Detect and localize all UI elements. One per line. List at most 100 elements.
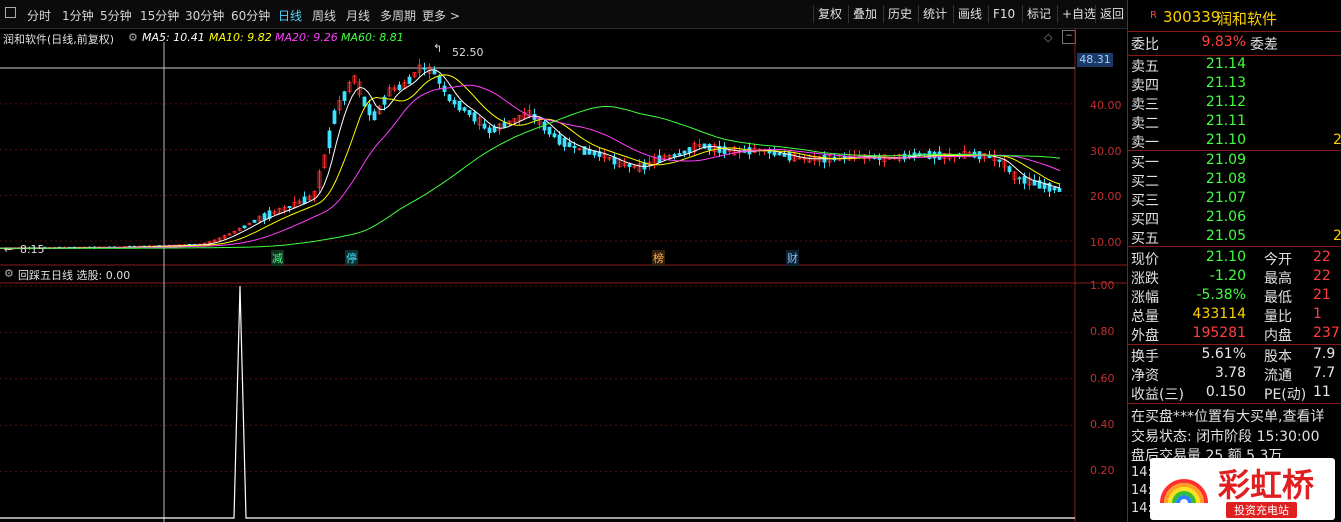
tab-weekly[interactable]: 周线	[312, 7, 336, 24]
candle-body	[242, 225, 247, 229]
sell-level-label: 卖二	[1131, 116, 1159, 132]
candle-body	[342, 91, 347, 101]
marker-jian[interactable]: 减	[271, 250, 284, 266]
marker-cai[interactable]: 财	[786, 250, 799, 266]
stat-value: 3.78	[1214, 365, 1246, 381]
ind-tick-020: 0.20	[1090, 464, 1115, 477]
stat-value-2: 21	[1313, 287, 1331, 303]
buy-level-price: 21.09	[1205, 152, 1246, 168]
sell-level-price: 21.10	[1205, 132, 1246, 148]
candle-body	[447, 94, 452, 101]
y-tick-30: 30.00	[1090, 145, 1122, 158]
candle-body	[467, 110, 472, 116]
sell-level-price: 21.13	[1205, 75, 1246, 91]
candle-body	[1057, 188, 1062, 192]
tab-15min[interactable]: 15分钟	[140, 7, 179, 24]
buy-level-price: 21.06	[1205, 209, 1246, 225]
add-watchlist-button[interactable]: +自选	[1057, 5, 1100, 23]
stock-name: 润和软件	[1217, 10, 1278, 28]
candle-body	[557, 134, 562, 145]
quote-row: 买二 21.08	[1128, 171, 1341, 190]
y-tick-40: 40.00	[1090, 99, 1122, 112]
candle-body	[287, 205, 292, 208]
quote-row: 涨跌 -1.20 最高 22	[1128, 268, 1341, 287]
candle-body	[327, 130, 332, 149]
tab-60min[interactable]: 60分钟	[231, 7, 270, 24]
tab-30min[interactable]: 30分钟	[185, 7, 224, 24]
quote-row: 换手 5.61% 股本 7.9	[1128, 346, 1341, 365]
tab-1min[interactable]: 1分钟	[62, 7, 94, 24]
candle-body	[627, 163, 632, 168]
stock-code: 300339	[1163, 8, 1221, 26]
watermark-logo: 彩虹桥 投资充电站	[1150, 458, 1335, 520]
candle-body	[687, 147, 692, 153]
tab-monthly[interactable]: 月线	[346, 7, 370, 24]
ind-tick-060: 0.60	[1090, 372, 1115, 385]
stat-value: 433114	[1192, 306, 1246, 322]
y-tick-20: 20.00	[1090, 190, 1122, 203]
candle-body	[502, 122, 507, 128]
quote-row: 外盘 195281 内盘 237	[1128, 325, 1341, 344]
candle-body	[552, 133, 557, 138]
overlay-button[interactable]: 叠加	[848, 5, 881, 23]
candle-body	[432, 69, 437, 75]
quote-row: 总量 433114 量比 1	[1128, 306, 1341, 325]
high-price-label: 52.50	[452, 46, 484, 59]
buy-level-label: 买二	[1131, 174, 1159, 190]
marker-bang[interactable]: 榜	[652, 250, 665, 266]
stat-value-2: 1	[1313, 306, 1322, 322]
fuquan-button[interactable]: 复权	[813, 5, 846, 23]
draw-button[interactable]: 画线	[953, 5, 986, 23]
tab-5min[interactable]: 5分钟	[100, 7, 132, 24]
buy-level-label: 买一	[1131, 155, 1159, 171]
ind-tick-040: 0.40	[1090, 418, 1115, 431]
stat-label-2: 最低	[1264, 290, 1292, 306]
rainbow-icon	[1160, 479, 1208, 504]
tab-more[interactable]: 更多 >	[422, 7, 460, 24]
history-button[interactable]: 历史	[883, 5, 916, 23]
trade-status: 交易状态: 闭市阶段 15:30:00	[1131, 429, 1320, 445]
tab-daily[interactable]: 日线	[278, 7, 302, 24]
notice-text[interactable]: 在买盘***位置有大买单,查看详	[1131, 406, 1324, 426]
signal-line	[0, 285, 1075, 519]
stat-label-2: 内盘	[1264, 328, 1292, 344]
candle-body	[487, 127, 492, 134]
quote-row: 涨幅 -5.38% 最低 21	[1128, 287, 1341, 306]
stats-button[interactable]: 统计	[918, 5, 951, 23]
sell-level-label: 卖一	[1131, 135, 1159, 151]
back-button[interactable]: 返回	[1095, 5, 1128, 23]
sell-level-price: 21.12	[1205, 94, 1246, 110]
stat-label-2: 股本	[1264, 349, 1292, 365]
stat-value-2: 7.7	[1313, 365, 1336, 381]
buy-level-price: 21.07	[1205, 190, 1246, 206]
stat-value-2: 237	[1313, 325, 1340, 341]
candle-body	[997, 159, 1002, 162]
sell-level-label: 卖三	[1131, 97, 1159, 113]
candle-body	[562, 137, 567, 147]
indicator-gear-icon[interactable]: ⚙	[4, 267, 14, 280]
candle-body	[492, 126, 497, 133]
marker-ting[interactable]: 停	[345, 250, 358, 266]
buy-level-label: 买四	[1131, 212, 1159, 228]
tab-fenshi[interactable]: 分时	[27, 7, 51, 24]
stat-value: -1.20	[1209, 268, 1246, 284]
stat-label: 涨跌	[1131, 271, 1159, 287]
tab-multi-period[interactable]: 多周期	[380, 7, 416, 24]
sell-level-volume: 2	[1333, 132, 1341, 148]
f10-button[interactable]: F10	[988, 5, 1019, 23]
candle-body	[472, 112, 477, 122]
quote-row: 买四 21.06	[1128, 209, 1341, 228]
window-box-icon[interactable]	[5, 7, 16, 18]
ma60-line	[0, 106, 1061, 249]
buy-level-price: 21.05	[1205, 228, 1246, 244]
candle-body	[437, 75, 442, 84]
stat-label-2: 最高	[1264, 271, 1292, 287]
candle-body	[567, 142, 572, 148]
y-tick-10: 10.00	[1090, 236, 1122, 249]
badge-r: R	[1150, 10, 1157, 21]
candle-body	[372, 111, 377, 121]
stat-label: 净资	[1131, 368, 1159, 384]
quote-row: 买一 21.09	[1128, 152, 1341, 171]
mark-button[interactable]: 标记	[1022, 5, 1055, 23]
weibi-label: 委比	[1131, 37, 1159, 53]
